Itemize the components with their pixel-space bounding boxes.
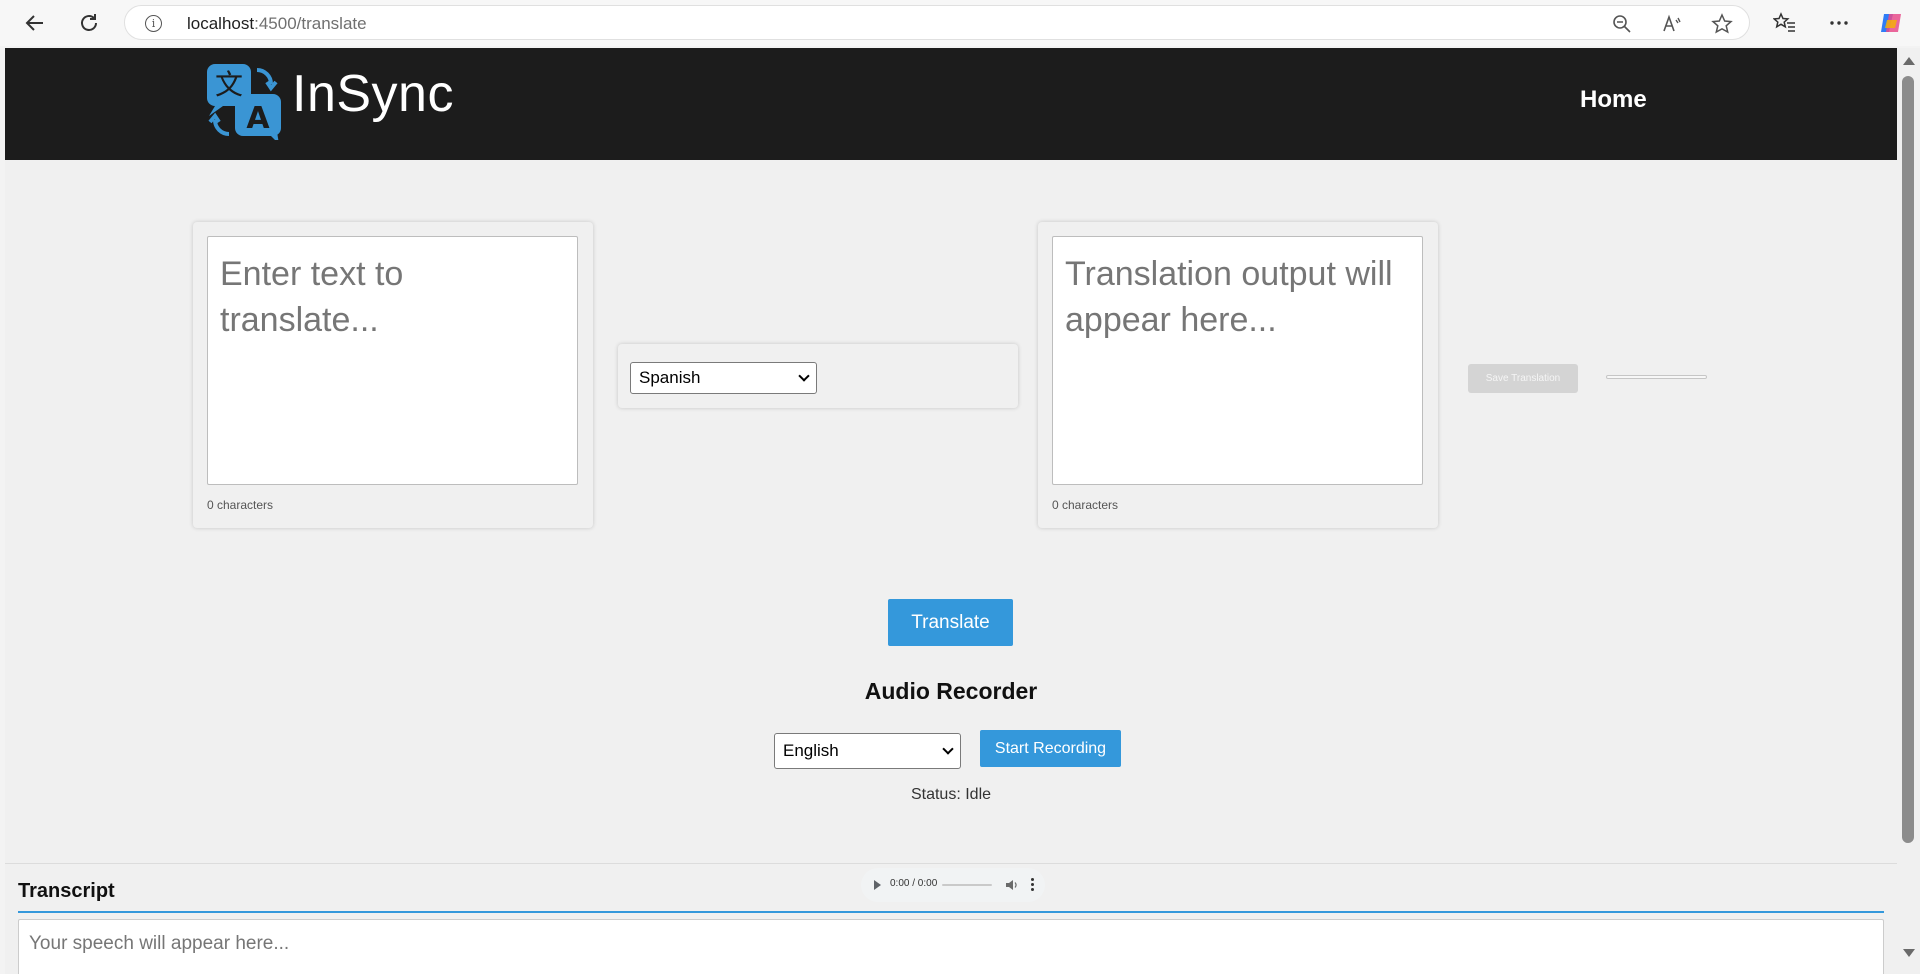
save-progress-bar <box>1606 375 1707 379</box>
audio-player[interactable]: 0:00 / 0:00 <box>861 868 1045 902</box>
translation-output[interactable]: Translation output will appear here... <box>1052 236 1423 485</box>
translate-button[interactable]: Translate <box>888 599 1013 646</box>
page-scrollbar[interactable] <box>1897 48 1920 974</box>
audio-recorder-heading: Audio Recorder <box>864 678 1038 704</box>
recording-language-value: English <box>783 741 839 760</box>
play-icon[interactable] <box>874 880 881 890</box>
url-text[interactable]: localhost:4500/translate <box>187 14 367 34</box>
source-char-count: 0 characters <box>207 498 274 512</box>
favorite-star-icon[interactable] <box>1711 13 1733 35</box>
target-language-value: Spanish <box>639 368 701 387</box>
recording-status: Status: Idle <box>910 786 992 803</box>
output-panel: Translation output will appear here... 0… <box>1038 222 1438 528</box>
section-divider <box>5 863 1897 864</box>
favorites-icon[interactable] <box>1772 10 1798 36</box>
player-more-icon[interactable] <box>1031 878 1035 892</box>
site-header: 文 A InSync Home <box>5 48 1897 160</box>
chevron-down-icon <box>942 743 954 755</box>
logo-glyph-bottom: A <box>246 101 270 136</box>
transcript-heading: Transcript <box>18 880 115 902</box>
brand-name: InSync <box>292 65 454 123</box>
scrollbar-thumb[interactable] <box>1902 76 1914 843</box>
source-text-input[interactable]: Enter text to translate... <box>207 236 578 485</box>
player-seek-bar[interactable] <box>942 884 992 886</box>
recording-language-select[interactable]: English <box>774 733 961 769</box>
chevron-down-icon <box>798 370 810 382</box>
more-icon[interactable] <box>1826 10 1852 36</box>
transcript-output[interactable]: Your speech will appear here... <box>18 919 1884 974</box>
scroll-up-icon[interactable] <box>1903 57 1915 65</box>
browser-toolbar: i localhost:4500/translate <box>0 0 1920 46</box>
address-bar[interactable]: i localhost:4500/translate <box>124 5 1750 40</box>
target-language-select[interactable]: Spanish <box>630 362 817 394</box>
output-char-count: 0 characters <box>1052 498 1119 512</box>
page-viewport: 文 A InSync Home Enter text to translate.… <box>5 48 1897 974</box>
scroll-down-icon[interactable] <box>1903 949 1915 957</box>
back-icon[interactable] <box>20 8 50 38</box>
nav-home-link[interactable]: Home <box>1580 86 1647 114</box>
source-panel: Enter text to translate... 0 characters <box>193 222 593 528</box>
read-aloud-icon[interactable] <box>1661 13 1683 35</box>
language-panel: Spanish <box>618 344 1018 408</box>
save-translation-button[interactable]: Save Translation <box>1468 364 1578 393</box>
start-recording-button[interactable]: Start Recording <box>980 730 1121 767</box>
refresh-icon[interactable] <box>74 8 104 38</box>
transcript-underline <box>18 911 1884 913</box>
logo-glyph-top: 文 <box>215 68 243 101</box>
copilot-icon[interactable] <box>1878 10 1904 36</box>
zoom-out-icon[interactable] <box>1611 13 1633 35</box>
info-icon[interactable]: i <box>145 15 162 32</box>
translate-icon: 文 A <box>205 62 285 144</box>
volume-icon[interactable] <box>1005 878 1019 892</box>
player-time: 0:00 / 0:00 <box>890 878 938 889</box>
